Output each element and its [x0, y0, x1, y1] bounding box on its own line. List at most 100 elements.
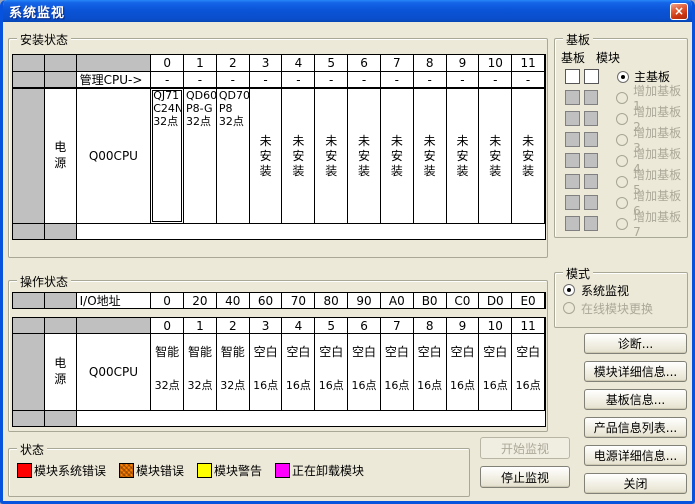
module-slot-cell[interactable]: QD60 P8-G 32点 [184, 89, 217, 224]
operation-slot-cell[interactable]: 空白 16点 [315, 334, 348, 411]
slot-points: 16点 [319, 377, 344, 393]
close-button[interactable]: × [670, 3, 688, 20]
module-slot-cell[interactable]: 未安装 [447, 89, 480, 224]
slot-points: 16点 [483, 377, 508, 393]
action-button[interactable]: 基板信息... [584, 389, 687, 410]
mode-radio-button[interactable] [563, 284, 575, 296]
module-slot-cell[interactable]: QJ71 C24N 32点 [151, 89, 184, 224]
module-slot-text: 未安装 [292, 134, 304, 179]
slot-number-header: 9 [447, 318, 480, 334]
slot-number-header: 1 [184, 318, 217, 334]
base-board-rows: 主基板 增加基板1 增加基板2 增加基板3 [555, 66, 687, 234]
module-slot-cell[interactable]: 未安装 [414, 89, 447, 224]
footer-filler [77, 411, 545, 426]
action-button[interactable]: 电源详细信息... [584, 445, 687, 466]
base-radio-button[interactable] [616, 134, 628, 146]
base-radio-label: 增加基板7 [633, 208, 687, 239]
manage-cpu-value: - [381, 72, 414, 89]
window-title: 系统监视 [3, 2, 65, 21]
cpu-cell[interactable]: Q00CPU [77, 334, 152, 411]
operation-slot-cell[interactable]: 智能 32点 [184, 334, 217, 411]
base-indicator-square [565, 69, 580, 84]
operation-slot-cell[interactable]: 空白 16点 [414, 334, 447, 411]
base-board-group: 基板 基板 模块 主基板 增加基板1 [554, 38, 688, 238]
mode-radio-button[interactable] [563, 302, 575, 314]
operation-slot-cell[interactable]: 智能 32点 [217, 334, 250, 411]
cpu-cell[interactable]: Q00CPU [77, 89, 152, 224]
slot-number-header: 9 [447, 55, 480, 72]
module-slot-text: 未安装 [391, 134, 403, 179]
io-address-value: 20 [184, 293, 217, 308]
manage-cpu-label: 管理CPU-> [77, 72, 152, 89]
slot-number-header: 6 [348, 55, 381, 72]
module-slot-cell[interactable]: 未安装 [348, 89, 381, 224]
module-indicator-square [584, 216, 599, 231]
slot-type: 空白 [254, 343, 278, 360]
base-radio-button[interactable] [617, 71, 629, 83]
operation-slot-cell[interactable]: 空白 16点 [447, 334, 480, 411]
action-button[interactable]: 关闭 [584, 473, 687, 494]
module-slot-cell[interactable]: 未安装 [512, 89, 545, 224]
stop-monitor-button[interactable]: 停止监视 [480, 466, 570, 488]
slot-number-header: 7 [381, 318, 414, 334]
operation-slot-cell[interactable]: 空白 16点 [479, 334, 512, 411]
operation-slot-cell[interactable]: 空白 16点 [282, 334, 315, 411]
slot-number-header: 10 [479, 318, 512, 334]
legend-item: 正在卸载模块 [275, 462, 364, 479]
action-button[interactable]: 诊断... [584, 333, 687, 354]
header-spacer [45, 55, 77, 72]
action-button[interactable]: 模块详细信息... [584, 361, 687, 382]
operation-status-group: 操作状态 I/O地址 0204060708090A0B0C0D0E0 01234… [8, 280, 548, 432]
footer-filler [77, 224, 545, 239]
row-spacer [45, 293, 77, 308]
power-supply-cell[interactable]: 电源 [45, 89, 77, 224]
base-radio-button[interactable] [616, 176, 628, 188]
manage-cpu-value: - [315, 72, 348, 89]
install-header-row: 01234567891011 [13, 55, 545, 72]
manage-cpu-value: - [282, 72, 315, 89]
operation-slot-cell[interactable]: 空白 16点 [250, 334, 283, 411]
operation-slot-cell[interactable]: 智能 32点 [151, 334, 184, 411]
slot-number-header: 5 [315, 55, 348, 72]
module-slot-text: 未安装 [522, 134, 534, 179]
action-button[interactable]: 产品信息列表... [584, 417, 687, 438]
power-supply-cell[interactable]: 电源 [45, 334, 77, 411]
slot-points: 16点 [286, 377, 311, 393]
module-slot-text: QD60 P8-G 32点 [185, 90, 217, 129]
base-board-row: 增加基板7 [555, 213, 687, 234]
module-indicator-square [584, 111, 599, 126]
operation-slot-cell[interactable]: 空白 16点 [348, 334, 381, 411]
row-spacer [13, 334, 45, 411]
io-address-value: 0 [151, 293, 184, 308]
operation-header-row: 01234567891011 [13, 318, 545, 334]
module-indicator-square [584, 132, 599, 147]
module-slot-cell[interactable]: 未安装 [250, 89, 283, 224]
row-spacer [13, 411, 45, 426]
module-indicator-square [584, 90, 599, 105]
io-address-value: 70 [282, 293, 315, 308]
base-radio-button[interactable] [616, 92, 628, 104]
slot-number-header: 11 [512, 318, 545, 334]
module-slot-cell[interactable]: 未安装 [315, 89, 348, 224]
module-slot-text: 未安装 [424, 134, 436, 179]
base-radio-button[interactable] [616, 218, 628, 230]
module-slot-cell[interactable]: 未安装 [479, 89, 512, 224]
io-address-value: 90 [348, 293, 381, 308]
base-radio-button[interactable] [616, 113, 628, 125]
operation-slot-cell[interactable]: 空白 16点 [381, 334, 414, 411]
manage-cpu-value: - [217, 72, 250, 89]
mode-label: 模式 [563, 265, 593, 282]
header-spacer [77, 318, 152, 334]
title-bar[interactable]: 系统监视 × [3, 0, 692, 22]
io-address-value: 40 [217, 293, 250, 308]
module-slot-cell[interactable]: 未安装 [282, 89, 315, 224]
install-status-table: 01234567891011 管理CPU-> ------------ 电源 Q… [12, 54, 546, 240]
base-radio-button[interactable] [616, 197, 628, 209]
module-slot-cell[interactable]: 未安装 [381, 89, 414, 224]
module-indicator-square [584, 69, 599, 84]
slot-type: 空白 [418, 343, 442, 360]
operation-slot-cell[interactable]: 空白 16点 [512, 334, 545, 411]
module-slot-cell[interactable]: QD70 P8 32点 [217, 89, 250, 224]
base-radio-button[interactable] [616, 155, 628, 167]
base-indicator-square [565, 90, 580, 105]
